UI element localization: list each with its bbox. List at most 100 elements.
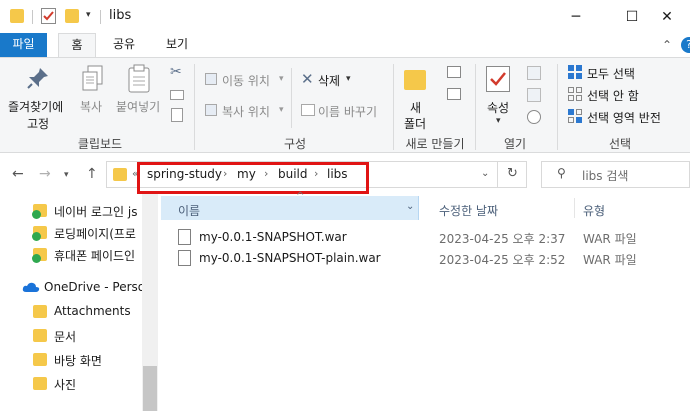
nav-item-pictures[interactable]: 사진	[0, 372, 145, 394]
pin-to-quick-access-label: 고정	[27, 117, 50, 131]
nav-item-attachments[interactable]: Attachments	[0, 300, 145, 322]
invert-selection-button[interactable]: 선택 영역 반전	[587, 109, 661, 126]
tab-view[interactable]: 보기	[155, 33, 199, 57]
recent-locations-chevron-icon[interactable]: ▾	[64, 170, 69, 180]
search-input[interactable]: libs 검색	[582, 167, 628, 184]
divider	[100, 10, 101, 24]
history-icon[interactable]	[527, 110, 541, 124]
close-button[interactable]: ✕	[644, 0, 690, 33]
navigation-bar: ← → ▾ ↑ « spring-study › my › build › li…	[0, 154, 690, 194]
new-folder-button[interactable]: 새	[410, 99, 421, 116]
navigation-pane: 네이버 로그인 js 로딩페이지(프로 휴대폰 페이드인 OneDrive - …	[0, 194, 158, 411]
nav-item-desktop[interactable]: 바탕 화면	[0, 348, 145, 370]
war-file-icon	[178, 229, 191, 245]
title-bar: ▾ libs ─ ☐ ✕	[0, 0, 690, 33]
new-folder-icon	[404, 70, 426, 90]
open-group-label: 열기	[503, 137, 527, 151]
group-divider	[557, 64, 558, 150]
copy-button[interactable]: 복사	[80, 98, 102, 115]
nav-pane-scrollbar[interactable]	[142, 194, 158, 411]
column-filter-chevron-icon[interactable]: ⌄	[406, 201, 414, 212]
file-name: my-0.0.1-SNAPSHOT-plain.war	[199, 251, 381, 265]
group-divider	[194, 64, 195, 150]
window-title: libs	[109, 8, 132, 23]
edit-icon[interactable]	[527, 88, 541, 102]
nav-item-loading-page[interactable]: 로딩페이지(프로	[0, 221, 145, 243]
chevron-down-icon: ▾	[279, 105, 284, 115]
nav-item-label: 문서	[54, 330, 77, 344]
invert-selection-icon	[568, 109, 582, 123]
nav-item-onedrive[interactable]: OneDrive - Person	[0, 276, 153, 298]
file-list: ^ 이름 ⌄ 수정한 날짜 유형 my-0.0.1-SNAPSHOT.war 2…	[158, 191, 690, 411]
group-divider	[475, 64, 476, 150]
copy-to-button[interactable]: 복사 위치	[222, 103, 270, 120]
tab-share[interactable]: 공유	[104, 33, 144, 57]
forward-arrow-icon[interactable]: →	[39, 166, 51, 182]
sync-check-icon	[32, 210, 41, 219]
column-header-modified[interactable]: 수정한 날짜	[439, 202, 498, 219]
select-none-button[interactable]: 선택 안 함	[587, 87, 639, 104]
file-type: WAR 파일	[583, 253, 637, 267]
paste-button[interactable]: 붙여넣기	[116, 98, 160, 115]
divider	[497, 162, 498, 187]
file-modified: 2023-04-25 오후 2:37	[439, 232, 566, 246]
sync-check-icon	[32, 254, 41, 263]
file-type: WAR 파일	[583, 232, 637, 246]
file-row[interactable]: my-0.0.1-SNAPSHOT.war 2023-04-25 오후 2:37…	[158, 227, 690, 248]
file-row[interactable]: my-0.0.1-SNAPSHOT-plain.war 2023-04-25 오…	[158, 248, 690, 269]
column-header-type[interactable]: 유형	[583, 202, 605, 219]
back-arrow-icon[interactable]: ←	[12, 166, 24, 182]
nav-item-label: 바탕 화면	[54, 354, 102, 368]
scrollbar-thumb[interactable]	[143, 366, 157, 411]
refresh-icon[interactable]: ↻	[507, 166, 518, 181]
group-divider	[393, 64, 394, 150]
folder-icon	[33, 377, 47, 390]
folder-icon	[113, 168, 127, 181]
sync-check-icon	[32, 232, 41, 241]
move-to-button[interactable]: 이동 위치	[222, 72, 270, 89]
divider	[574, 198, 575, 218]
column-header-name-label: 이름	[178, 204, 201, 218]
file-explorer-window: ▾ libs ─ ☐ ✕ 파일 홈 공유 보기 ⌃ ? 즐겨찾기에 고정 복사 …	[0, 0, 690, 411]
chevron-down-icon: ▾	[279, 74, 284, 84]
minimize-button[interactable]: ─	[553, 0, 599, 33]
select-all-button[interactable]: 모두 선택	[587, 65, 635, 82]
nav-item-quick-access-naver-login[interactable]: 네이버 로그인 js	[0, 199, 145, 221]
file-modified: 2023-04-25 오후 2:52	[439, 253, 566, 267]
delete-button[interactable]: 삭제	[318, 72, 340, 89]
new-folder-quick-icon[interactable]	[65, 9, 79, 23]
up-arrow-icon[interactable]: ↑	[86, 166, 98, 182]
nav-item-phone-fadein[interactable]: 휴대폰 페이드인	[0, 243, 145, 265]
new-item-icon[interactable]	[447, 66, 461, 78]
collapse-ribbon-icon[interactable]: ⌃	[662, 38, 672, 52]
tab-file[interactable]: 파일	[0, 33, 47, 57]
pin-to-quick-access-button[interactable]: 즐겨찾기에	[8, 98, 63, 115]
folder-icon	[10, 9, 24, 23]
column-headers: 이름 ⌄ 수정한 날짜 유형	[158, 196, 690, 220]
open-icon[interactable]	[527, 66, 541, 80]
move-to-icon	[205, 73, 217, 85]
copy-path-icon[interactable]	[170, 90, 184, 100]
nav-item-label: Attachments	[54, 304, 131, 318]
paste-icon	[127, 64, 153, 97]
properties-quick-icon[interactable]	[41, 8, 56, 24]
clipboard-group-label: 클립보드	[77, 137, 123, 151]
column-header-name[interactable]: 이름 ⌄	[161, 196, 419, 220]
help-icon[interactable]: ?	[681, 37, 690, 53]
paste-shortcut-icon[interactable]	[171, 108, 183, 122]
properties-icon	[486, 66, 510, 92]
quick-access-dropdown-icon[interactable]: ▾	[86, 10, 96, 22]
new-folder-label: 폴더	[404, 117, 427, 131]
easy-access-icon[interactable]	[447, 88, 461, 100]
folder-icon	[33, 353, 47, 366]
tab-home[interactable]: 홈	[58, 33, 96, 57]
address-history-chevron-icon[interactable]: ⌄	[481, 168, 489, 179]
nav-item-label: 사진	[54, 378, 77, 392]
nav-item-label: 로딩페이지(프로	[54, 227, 136, 241]
properties-button[interactable]: 속성	[487, 99, 509, 116]
rename-button[interactable]: 이름 바꾸기	[318, 103, 377, 120]
chevron-down-icon: ▾	[496, 116, 501, 126]
nav-item-documents[interactable]: 문서	[0, 324, 145, 346]
search-box[interactable]: ⚲ libs 검색	[541, 161, 690, 188]
cut-icon[interactable]: ✂	[170, 64, 182, 80]
